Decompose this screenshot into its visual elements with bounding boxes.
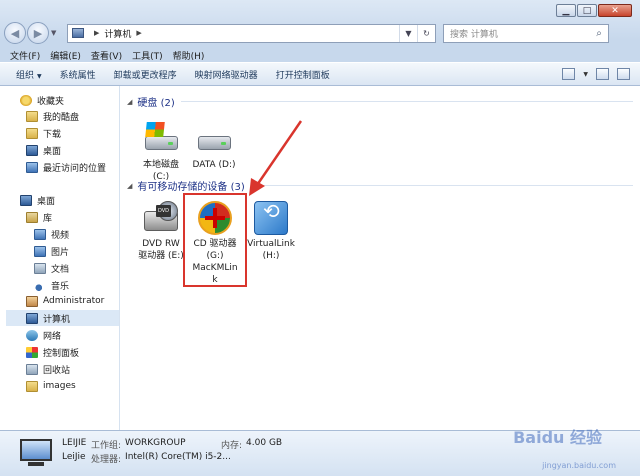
- help-icon[interactable]: [617, 68, 630, 80]
- nav-music[interactable]: 音乐: [34, 277, 119, 293]
- nav-images[interactable]: images: [26, 378, 119, 394]
- nav-recent-places[interactable]: 最近访问的位置: [26, 159, 119, 175]
- nav-administrator[interactable]: Administrator: [26, 293, 119, 309]
- nav-my-kupan[interactable]: 我的酷盘: [26, 108, 119, 124]
- document-icon: [34, 262, 46, 274]
- view-options-icon[interactable]: [562, 68, 576, 80]
- drive-d[interactable]: DATA (D:): [189, 122, 239, 171]
- drive-h[interactable]: VirtualLink (H:): [243, 201, 299, 262]
- main-area: 收藏夹 我的酷盘 下载 桌面 最近访问的位置 桌面 库 视频 图片 文档 音乐 …: [0, 86, 640, 430]
- baidu-watermark: Baidu 经验: [513, 428, 602, 447]
- menu-edit[interactable]: 编辑(E): [50, 49, 81, 62]
- nav-computer[interactable]: 计算机: [6, 310, 119, 326]
- refresh-icon[interactable]: ↻: [417, 24, 435, 42]
- drive-e[interactable]: DVD DVD RW 驱动器 (E:): [135, 201, 187, 262]
- navigation-pane: 收藏夹 我的酷盘 下载 桌面 最近访问的位置 桌面 库 视频 图片 文档 音乐 …: [0, 86, 120, 430]
- workgroup-info: 工作组: WORKGROUP: [91, 438, 186, 451]
- computer-icon: [26, 312, 38, 324]
- memory-info: 内存: 4.00 GB: [221, 438, 283, 451]
- menu-bar: 文件(F) 编辑(E) 查看(V) 工具(T) 帮助(H): [0, 47, 640, 63]
- user-name: LeiJie: [62, 452, 86, 462]
- system-properties-button[interactable]: 系统属性: [60, 68, 96, 81]
- arrow-annotation: [249, 120, 303, 196]
- group-header-removable[interactable]: ◢ 有可移动存储的设备 (3): [127, 178, 633, 193]
- star-icon: [20, 94, 32, 106]
- address-row: ◀ ▶ ▼ ▶ 计算机 ▶ ▼ ↻ 搜索 计算机 ⌕: [4, 22, 636, 44]
- nav-desktop[interactable]: 桌面: [20, 192, 119, 208]
- group-header-hard-disks[interactable]: ◢ 硬盘 (2): [127, 94, 633, 109]
- system-drive-icon: [142, 122, 180, 156]
- desktop-icon: [26, 144, 38, 156]
- menu-view[interactable]: 查看(V): [91, 49, 122, 62]
- address-dropdown-icon[interactable]: ▼: [399, 24, 417, 42]
- virtuallink-icon: [252, 201, 290, 235]
- maximize-button[interactable]: □: [577, 4, 597, 17]
- collapse-icon[interactable]: ◢: [127, 182, 132, 190]
- nav-pictures[interactable]: 图片: [34, 243, 119, 259]
- folder-icon: [26, 380, 38, 392]
- close-button[interactable]: ✕: [598, 4, 632, 17]
- nav-library[interactable]: 库: [26, 209, 119, 225]
- recent-places-icon: [26, 161, 38, 173]
- recycle-bin-icon: [26, 363, 38, 375]
- library-icon: [26, 211, 38, 223]
- nav-control-panel[interactable]: 控制面板: [26, 344, 119, 360]
- computer-icon: [72, 28, 84, 38]
- nav-favorites[interactable]: 收藏夹: [20, 92, 119, 108]
- nav-downloads[interactable]: 下载: [26, 125, 119, 141]
- desktop-icon: [20, 194, 32, 206]
- monitor-stand: [28, 462, 44, 466]
- address-bar[interactable]: ▶ 计算机 ▶ ▼ ↻: [67, 23, 436, 43]
- explorer-window: ▁ □ ✕ ◀ ▶ ▼ ▶ 计算机 ▶ ▼ ↻ 搜索 计算机 ⌕ 文件(F) 编…: [0, 0, 640, 476]
- chevron-right-icon[interactable]: ▶: [136, 29, 141, 37]
- chevron-right-icon[interactable]: ▶: [94, 29, 99, 37]
- forward-button[interactable]: ▶: [27, 22, 49, 44]
- map-network-drive-button[interactable]: 映射网络驱动器: [195, 68, 258, 81]
- nav-network[interactable]: 网络: [26, 327, 119, 343]
- breadcrumb-computer[interactable]: 计算机: [104, 27, 131, 40]
- download-folder-icon: [26, 127, 38, 139]
- drive-c[interactable]: 本地磁盘 (C:): [135, 122, 187, 183]
- content-pane: ◢ 硬盘 (2) 本地磁盘 (C:) DATA (D:) ◢ 有可移动存储的设备…: [121, 86, 640, 430]
- history-dropdown-icon[interactable]: ▼: [51, 29, 61, 37]
- open-control-panel-button[interactable]: 打开控制面板: [276, 68, 330, 81]
- menu-tools[interactable]: 工具(T): [132, 49, 163, 62]
- command-bar: 组织 ▼ 系统属性 卸载或更改程序 映射网络驱动器 打开控制面板 ▼: [0, 62, 640, 86]
- music-icon: [34, 279, 46, 291]
- nav-recycle-bin[interactable]: 回收站: [26, 361, 119, 377]
- dvd-drive-icon: DVD: [142, 201, 180, 235]
- search-icon[interactable]: ⌕: [590, 28, 608, 39]
- hard-drive-icon: [195, 122, 233, 156]
- view-dropdown-icon[interactable]: ▼: [583, 71, 588, 78]
- baidu-url: jingyan.baidu.com: [542, 461, 616, 470]
- user-folder-icon: [26, 295, 38, 307]
- nav-desktop-fav[interactable]: 桌面: [26, 142, 119, 158]
- menu-help[interactable]: 帮助(H): [173, 49, 205, 62]
- preview-pane-icon[interactable]: [596, 68, 609, 80]
- control-panel-icon: [26, 346, 38, 358]
- back-button[interactable]: ◀: [4, 22, 26, 44]
- minimize-button[interactable]: ▁: [556, 4, 576, 17]
- video-icon: [34, 228, 46, 240]
- cpu-info: 处理器: Intel(R) Core(TM) i5-2...: [91, 452, 231, 465]
- highlight-box: [183, 193, 247, 287]
- window-controls: ▁ □ ✕: [556, 4, 632, 17]
- computer-name: LEIJIE: [62, 438, 87, 448]
- nav-videos[interactable]: 视频: [34, 226, 119, 242]
- picture-icon: [34, 245, 46, 257]
- network-icon: [26, 329, 38, 341]
- uninstall-program-button[interactable]: 卸载或更改程序: [114, 68, 177, 81]
- computer-icon: [20, 439, 52, 461]
- menu-file[interactable]: 文件(F): [10, 49, 40, 62]
- nav-documents[interactable]: 文档: [34, 260, 119, 276]
- collapse-icon[interactable]: ◢: [127, 98, 132, 106]
- search-input[interactable]: 搜索 计算机 ⌕: [443, 23, 609, 43]
- organize-button[interactable]: 组织 ▼: [16, 68, 42, 81]
- folder-icon: [26, 110, 38, 122]
